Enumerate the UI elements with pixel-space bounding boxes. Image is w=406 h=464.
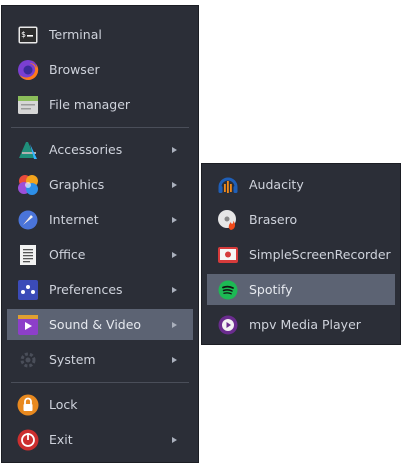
menu-item-lock[interactable]: Lock	[7, 389, 193, 420]
menu-item-label: Browser	[49, 62, 100, 77]
menu-item-office[interactable]: Office	[7, 239, 193, 270]
menu-item-label: Accessories	[49, 142, 123, 157]
menu-item-exit[interactable]: Exit	[7, 424, 193, 455]
menu-item-label: Internet	[49, 212, 99, 227]
submenu-arrow-icon	[172, 251, 177, 258]
office-icon	[17, 244, 39, 266]
submenu-arrow-icon	[172, 356, 177, 363]
sound-video-icon	[17, 314, 39, 336]
separator	[11, 382, 189, 383]
menu-item-label: Terminal	[49, 27, 102, 42]
menu-item-graphics[interactable]: Graphics	[7, 169, 193, 200]
menu-item-label: System	[49, 352, 96, 367]
mpv-icon	[217, 314, 239, 336]
submenu-item-label: SimpleScreenRecorder	[249, 247, 391, 262]
terminal-icon: $	[17, 24, 39, 46]
accessories-icon	[17, 139, 39, 161]
submenu-item-label: mpv Media Player	[249, 317, 361, 332]
submenu-arrow-icon	[172, 181, 177, 188]
sound-video-submenu: Audacity Brasero SimpleScreenRecorder Sp…	[201, 163, 401, 345]
exit-icon	[17, 429, 39, 451]
main-menu: $ Terminal Browser File manager Accessor…	[1, 5, 199, 463]
system-icon	[17, 349, 39, 371]
submenu-item-mpv[interactable]: mpv Media Player	[207, 309, 395, 340]
brasero-icon	[217, 209, 239, 231]
submenu-arrow-icon	[172, 321, 177, 328]
menu-item-label: Sound & Video	[49, 317, 142, 332]
menu-item-label: Graphics	[49, 177, 105, 192]
menu-item-sound-video[interactable]: Sound & Video	[7, 309, 193, 340]
menu-item-label: Lock	[49, 397, 78, 412]
menu-item-label: Exit	[49, 432, 73, 447]
menu-item-preferences[interactable]: Preferences	[7, 274, 193, 305]
menu-item-label: File manager	[49, 97, 131, 112]
menu-item-label: Preferences	[49, 282, 123, 297]
menu-item-system[interactable]: System	[7, 344, 193, 375]
screen-recorder-icon	[217, 244, 239, 266]
submenu-item-label: Spotify	[249, 282, 293, 297]
menu-item-browser[interactable]: Browser	[7, 54, 193, 85]
submenu-item-label: Audacity	[249, 177, 304, 192]
menu-item-label: Office	[49, 247, 86, 262]
menu-item-terminal[interactable]: $ Terminal	[7, 19, 193, 50]
submenu-item-label: Brasero	[249, 212, 298, 227]
submenu-item-simplescreenrecorder[interactable]: SimpleScreenRecorder	[207, 239, 395, 270]
svg-text:$: $	[21, 30, 26, 39]
file-manager-icon	[17, 94, 39, 116]
lock-icon	[17, 394, 39, 416]
submenu-arrow-icon	[172, 146, 177, 153]
submenu-arrow-icon	[172, 216, 177, 223]
audacity-icon	[217, 174, 239, 196]
menu-item-accessories[interactable]: Accessories	[7, 134, 193, 165]
menu-item-file-manager[interactable]: File manager	[7, 89, 193, 120]
submenu-item-spotify[interactable]: Spotify	[207, 274, 395, 305]
submenu-item-audacity[interactable]: Audacity	[207, 169, 395, 200]
spotify-icon	[217, 279, 239, 301]
separator	[11, 127, 189, 128]
submenu-item-brasero[interactable]: Brasero	[207, 204, 395, 235]
graphics-icon	[17, 174, 39, 196]
firefox-icon	[17, 59, 39, 81]
internet-icon	[17, 209, 39, 231]
submenu-arrow-icon	[172, 436, 177, 443]
submenu-arrow-icon	[172, 286, 177, 293]
menu-item-internet[interactable]: Internet	[7, 204, 193, 235]
preferences-icon	[17, 279, 39, 301]
